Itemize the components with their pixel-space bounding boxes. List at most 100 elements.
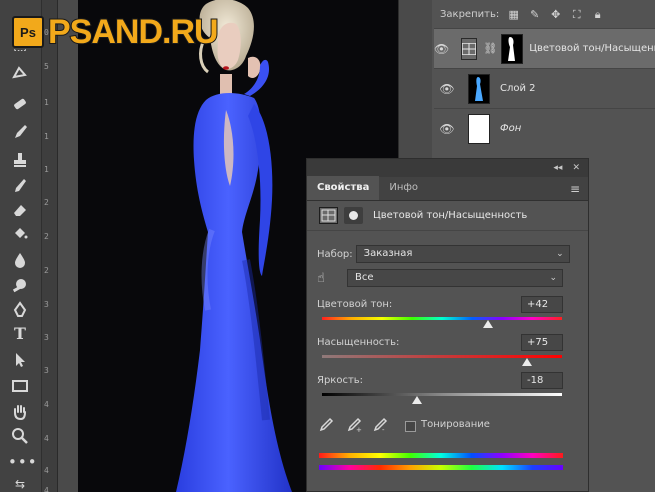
hue-slider-track[interactable] — [322, 317, 562, 320]
ruler-mark: 2 — [44, 266, 49, 275]
layer-row-layer-2[interactable]: 👁︎ Слой 2 — [434, 68, 655, 108]
vertical-ruler: 0 5 1 1 1 2 2 2 3 3 3 4 4 4 4 — [42, 0, 58, 492]
tab-info[interactable]: Инфо — [379, 176, 428, 200]
lock-artboard-icon[interactable]: ⛶ — [570, 8, 583, 21]
lock-image-pixels-icon[interactable]: ✎ — [528, 8, 541, 21]
lasso-tool-icon[interactable] — [8, 64, 32, 84]
hue-saturation-icon[interactable] — [319, 207, 338, 224]
more-tools-icon[interactable]: ••• — [8, 452, 37, 472]
lock-transparent-pixels-icon[interactable]: ▦ — [507, 8, 520, 21]
paint-bucket-icon[interactable] — [8, 224, 32, 244]
layer-name: Цветовой тон/Насыщенность — [529, 43, 655, 54]
layer-thumbnail — [468, 113, 490, 144]
hand-tool-icon[interactable] — [8, 402, 32, 422]
chevron-down-icon: ⌄ — [556, 249, 564, 259]
layer-thumbnail — [468, 73, 490, 104]
layers-panel: Закрепить: ▦ ✎ ✥ ⛶ 🔒︎ 👁︎ ⛓︎ Цветовой тон… — [434, 0, 655, 155]
brush-tool-icon[interactable] — [8, 122, 32, 142]
collapse-panel-icon[interactable]: ◂◂ — [553, 163, 562, 173]
lock-all-icon[interactable]: 🔒︎ — [591, 8, 604, 21]
type-tool-icon[interactable]: T — [8, 324, 32, 344]
zoom-tool-icon[interactable] — [8, 426, 32, 446]
saturation-value-field[interactable]: +75 — [521, 334, 563, 351]
ruler-mark: 4 — [44, 434, 49, 443]
logo-text: PSAND.RU — [47, 12, 220, 52]
ruler-mark: 3 — [44, 366, 49, 375]
ruler-mark: 3 — [44, 333, 49, 342]
preset-value: Заказная — [363, 248, 413, 259]
preset-row: Набор: Заказная ⌄ — [317, 245, 570, 263]
visibility-eye-icon[interactable]: 👁︎ — [434, 42, 449, 56]
preset-select[interactable]: Заказная ⌄ — [355, 245, 570, 263]
lightness-slider-track[interactable] — [322, 393, 562, 396]
path-selection-icon[interactable] — [8, 350, 32, 370]
ruler-mark: 2 — [44, 198, 49, 207]
dodge-tool-icon[interactable] — [8, 276, 32, 296]
layer-name: Слой 2 — [500, 83, 536, 94]
lightness-slider-thumb[interactable] — [412, 396, 422, 404]
eyedropper-icon[interactable] — [317, 417, 335, 435]
lock-position-icon[interactable]: ✥ — [549, 8, 562, 21]
tab-properties[interactable]: Свойства — [307, 176, 380, 200]
healing-brush-icon[interactable] — [8, 94, 32, 114]
eyedropper-subtract-icon[interactable]: - — [371, 417, 389, 435]
colorize-checkbox[interactable] — [405, 421, 416, 432]
chevron-down-icon: ⌄ — [549, 273, 557, 283]
hue-value-field[interactable]: +42 — [521, 296, 563, 313]
lock-row: Закрепить: ▦ ✎ ✥ ⛶ 🔒︎ — [434, 0, 655, 28]
eyedropper-add-icon[interactable]: + — [345, 417, 363, 435]
site-logo: Ps PSAND.RU — [12, 12, 220, 52]
ruler-mark: 3 — [44, 300, 49, 309]
layer-row-background[interactable]: 👁︎ Фон — [434, 108, 655, 148]
photoshop-window: ⬚ T — [0, 0, 655, 492]
stamp-tool-icon[interactable] — [8, 150, 32, 170]
ruler-mark: 4 — [44, 486, 49, 492]
adjustment-title: Цветовой тон/Насыщенность — [373, 210, 528, 221]
swap-colors-icon[interactable]: ⇆ — [8, 474, 32, 492]
chain-link-icon[interactable]: ⛓︎ — [483, 42, 497, 55]
ruler-mark: 2 — [44, 232, 49, 241]
history-brush-icon[interactable] — [8, 176, 32, 196]
eraser-tool-icon[interactable] — [8, 200, 32, 220]
output-spectrum-bar — [319, 465, 563, 470]
channel-row: ☝︎ Все ⌄ — [317, 269, 563, 287]
blur-tool-icon[interactable] — [8, 250, 32, 270]
adjustment-header: Цветовой тон/Насыщенность — [307, 201, 588, 231]
hue-slider-thumb[interactable] — [483, 320, 493, 328]
lightness-value-field[interactable]: -18 — [521, 372, 563, 389]
layer-row-hue-saturation[interactable]: 👁︎ ⛓︎ Цветовой тон/Насыщенность — [434, 28, 655, 68]
visibility-eye-icon[interactable]: 👁︎ — [434, 122, 460, 136]
close-panel-icon[interactable]: ✕ — [572, 163, 580, 173]
panel-menu-icon[interactable]: ≡ — [570, 182, 580, 196]
ruler-mark: 1 — [44, 132, 49, 141]
ruler-mark: 4 — [44, 466, 49, 475]
preset-label: Набор: — [317, 248, 353, 260]
svg-text:+: + — [356, 426, 362, 433]
rectangle-tool-icon[interactable] — [8, 376, 32, 396]
ruler-mark: 5 — [44, 62, 49, 71]
panel-tabs: Свойства Инфо ≡ — [307, 176, 588, 201]
mask-icon[interactable] — [344, 207, 363, 224]
logo-badge: Ps — [12, 16, 44, 48]
channel-value: Все — [355, 272, 374, 283]
adjustment-layer-icon — [461, 37, 478, 60]
colorize-label: Тонирование — [421, 419, 490, 430]
targeted-adjustment-hand-icon[interactable]: ☝︎ — [317, 271, 347, 286]
panel-title-bar: ◂◂ ✕ — [307, 159, 588, 177]
ruler-mark: 1 — [44, 98, 49, 107]
hue-label: Цветовой тон: — [317, 299, 393, 310]
layer-mask-thumbnail[interactable] — [501, 33, 524, 64]
input-spectrum-bar — [319, 453, 563, 458]
ruler-mark: 4 — [44, 400, 49, 409]
layer-name: Фон — [500, 123, 522, 134]
saturation-slider-thumb[interactable] — [522, 358, 532, 366]
tools-panel: ⬚ T — [0, 0, 42, 492]
channel-select[interactable]: Все ⌄ — [347, 269, 563, 287]
saturation-label: Насыщенность: — [317, 337, 400, 348]
visibility-eye-icon[interactable]: 👁︎ — [434, 82, 460, 96]
lightness-label: Яркость: — [317, 375, 364, 386]
pen-tool-icon[interactable] — [8, 300, 32, 320]
properties-panel: ◂◂ ✕ Свойства Инфо ≡ Цветовой тон/Насыще… — [306, 158, 589, 492]
svg-text:-: - — [382, 426, 385, 433]
lock-label: Закрепить: — [440, 8, 500, 20]
